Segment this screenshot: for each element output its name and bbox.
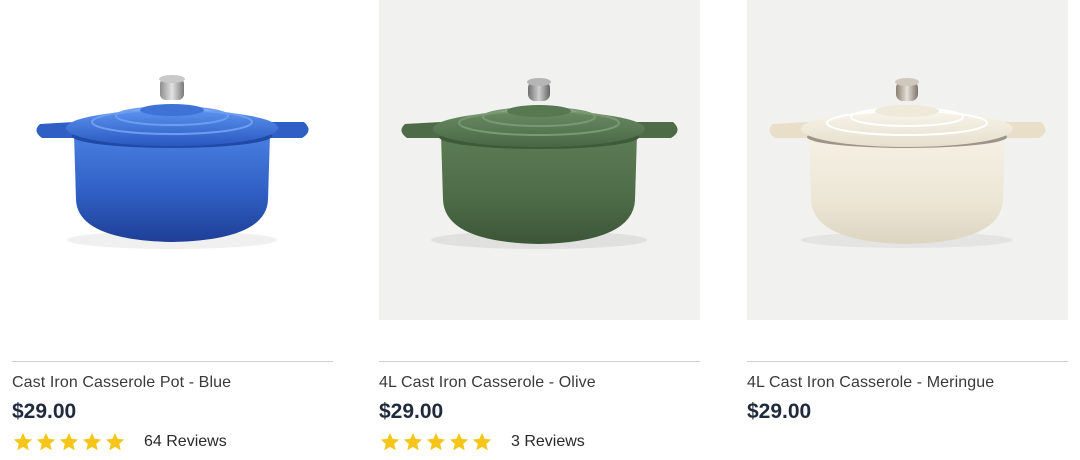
divider (12, 361, 333, 362)
product-title[interactable]: Cast Iron Casserole Pot - Blue (12, 374, 231, 392)
divider (379, 361, 700, 362)
casserole-pot-image (747, 0, 1068, 320)
casserole-pot-image (12, 0, 333, 320)
product-rating[interactable]: 64 Reviews (12, 430, 227, 454)
divider (747, 361, 1068, 362)
star-icon (449, 432, 469, 451)
star-icon (426, 432, 446, 451)
product-card[interactable]: 4L Cast Iron Casserole - Meringue $29.00 (747, 0, 1068, 460)
star-icon (403, 432, 423, 451)
star-icon (105, 432, 125, 451)
product-image[interactable] (379, 0, 700, 320)
product-grid: Cast Iron Casserole Pot - Blue $29.00 64… (0, 0, 1080, 460)
product-price: $29.00 (747, 400, 812, 423)
star-icon (36, 432, 56, 451)
star-icon (380, 432, 400, 451)
product-price: $29.00 (379, 400, 444, 423)
product-card[interactable]: 4L Cast Iron Casserole - Olive $29.00 3 … (379, 0, 700, 460)
product-image[interactable] (747, 0, 1068, 320)
product-card[interactable]: Cast Iron Casserole Pot - Blue $29.00 64… (12, 0, 333, 460)
star-icon (472, 432, 492, 451)
product-rating[interactable]: 3 Reviews (379, 430, 585, 454)
rating-stars (12, 431, 127, 453)
casserole-pot-image (379, 0, 700, 320)
star-icon (82, 432, 102, 451)
rating-stars (379, 431, 494, 453)
review-count[interactable]: 3 Reviews (511, 433, 585, 451)
product-image[interactable] (12, 0, 333, 320)
product-title[interactable]: 4L Cast Iron Casserole - Meringue (747, 374, 994, 392)
review-count[interactable]: 64 Reviews (144, 433, 227, 451)
star-icon (59, 432, 79, 451)
star-icon (13, 432, 33, 451)
product-title[interactable]: 4L Cast Iron Casserole - Olive (379, 374, 596, 392)
product-price: $29.00 (12, 400, 77, 423)
